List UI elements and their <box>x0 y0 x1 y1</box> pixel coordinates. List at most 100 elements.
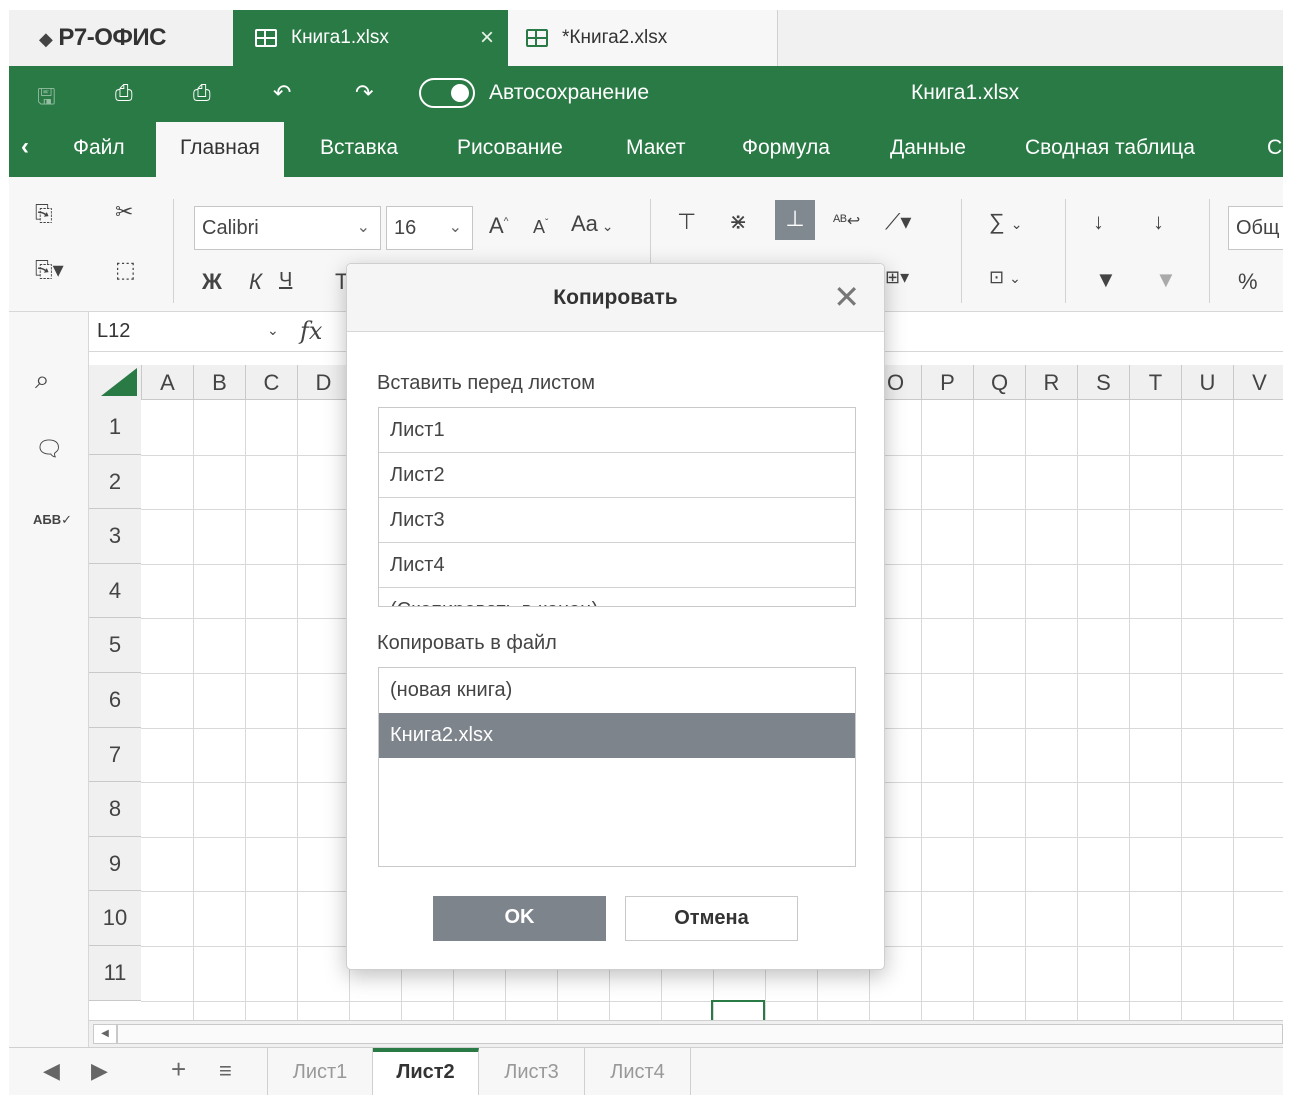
doc-tab-kniga1[interactable]: Книга1.xlsx × <box>233 10 508 66</box>
menu-draw[interactable]: Рисование <box>457 136 563 160</box>
row-header-1[interactable]: 1 <box>89 400 141 455</box>
menu-pivot[interactable]: Сводная таблица <box>1025 136 1195 160</box>
redo-icon[interactable]: ↷ <box>355 80 373 106</box>
cell-name-box[interactable]: L12 <box>97 320 130 343</box>
save-icon[interactable]: 🖫 <box>37 80 56 118</box>
sum-icon[interactable]: ∑ ⌄ <box>989 209 1023 235</box>
named-ranges-icon[interactable]: ⊡ ⌄ <box>989 267 1021 288</box>
menu-formula[interactable]: Формула <box>742 136 830 160</box>
sheet-list-icon[interactable]: ≡ <box>219 1058 232 1084</box>
column-header-p[interactable]: P <box>921 365 973 400</box>
insert-before-list[interactable]: Лист1 Лист2 Лист3 Лист4 (Скопировать в к… <box>378 407 856 607</box>
column-header-t[interactable]: T <box>1129 365 1181 400</box>
comments-icon[interactable]: 🗨 <box>35 436 63 462</box>
prev-sheet-icon[interactable]: ◀ <box>43 1058 60 1084</box>
menu-home[interactable]: Главная <box>156 122 284 177</box>
scroll-left-icon[interactable]: ◀ <box>93 1024 117 1044</box>
filter-icon[interactable]: ▼ <box>1095 267 1117 293</box>
copy-icon[interactable]: ⎘ <box>35 201 53 227</box>
wrap-text-icon[interactable]: ᴬᴮ↩ <box>833 211 860 231</box>
decrease-font-icon[interactable]: Aˇ <box>533 217 548 238</box>
list-item[interactable]: Лист4 <box>379 543 855 588</box>
list-item-selected[interactable]: Книга2.xlsx <box>379 713 855 758</box>
number-format-select[interactable]: Общ <box>1228 206 1283 250</box>
list-item[interactable]: Лист2 <box>379 453 855 498</box>
cancel-button[interactable]: Отмена <box>625 896 798 941</box>
list-item[interactable]: Лист1 <box>379 408 855 453</box>
change-case-button[interactable]: Aa ⌄ <box>571 211 614 237</box>
select-all-corner[interactable] <box>89 365 141 400</box>
copy-to-file-list[interactable]: (новая книга) Книга2.xlsx <box>378 667 856 867</box>
italic-button[interactable]: К <box>249 269 262 295</box>
print-icon[interactable]: ⎙ <box>115 80 133 106</box>
document-title: Книга1.xlsx <box>911 81 1020 104</box>
sheet-tab-4[interactable]: Лист4 <box>585 1048 691 1095</box>
doc-tab-kniga2[interactable]: *Книга2.xlsx <box>508 10 778 66</box>
row-header-11[interactable]: 11 <box>89 946 141 1001</box>
sheet-tab-2[interactable]: Лист2 <box>373 1048 479 1095</box>
sheet-tab-1[interactable]: Лист1 <box>267 1048 373 1095</box>
row-header-8[interactable]: 8 <box>89 782 141 837</box>
column-header-a[interactable]: A <box>141 365 193 400</box>
sort-descending-icon[interactable]: ↓ <box>1153 209 1164 235</box>
chevron-left-icon[interactable]: ‹ <box>21 133 29 161</box>
increase-font-icon[interactable]: A^ <box>489 213 508 239</box>
list-item[interactable]: Лист3 <box>379 498 855 543</box>
column-header-u[interactable]: U <box>1181 365 1233 400</box>
text-orientation-icon[interactable]: ⟋▾ <box>885 209 911 235</box>
chevron-down-icon[interactable]: ⌄ <box>267 322 279 339</box>
row-header-9[interactable]: 9 <box>89 836 141 892</box>
cut-icon[interactable]: ✂ <box>115 199 133 225</box>
align-top-icon[interactable]: ⊤ <box>677 209 696 235</box>
column-header-c[interactable]: C <box>245 365 297 400</box>
row-header-2[interactable]: 2 <box>89 454 141 510</box>
list-item[interactable]: (Скопировать в конец) <box>379 588 855 606</box>
search-icon[interactable]: ⌕ <box>35 364 50 396</box>
column-header-q[interactable]: Q <box>973 365 1025 400</box>
horizontal-scrollbar[interactable]: ◀ <box>89 1020 1283 1047</box>
autosave-toggle[interactable] <box>419 78 475 108</box>
list-item[interactable]: (новая книга) <box>379 668 855 713</box>
menu-file[interactable]: Файл <box>73 136 125 160</box>
underline-button[interactable]: Ч <box>279 269 292 292</box>
row-header-4[interactable]: 4 <box>89 563 141 619</box>
close-icon[interactable]: ✕ <box>833 278 860 316</box>
row-header-6[interactable]: 6 <box>89 673 141 728</box>
align-middle-icon[interactable]: ⋇ <box>729 209 747 235</box>
bold-button[interactable]: Ж <box>202 269 222 295</box>
scrollbar-thumb[interactable] <box>117 1024 1283 1044</box>
column-header-d[interactable]: D <box>297 365 349 400</box>
row-header-5[interactable]: 5 <box>89 618 141 673</box>
close-icon[interactable]: × <box>480 24 494 52</box>
column-header-s[interactable]: S <box>1077 365 1129 400</box>
next-sheet-icon[interactable]: ▶ <box>91 1058 108 1084</box>
column-header-r[interactable]: R <box>1025 365 1077 400</box>
align-bottom-button[interactable]: ⊥ <box>775 200 815 240</box>
row-header-3[interactable]: 3 <box>89 509 141 564</box>
menu-next[interactable]: С <box>1267 136 1282 160</box>
menu-data[interactable]: Данные <box>890 136 966 160</box>
font-name-select[interactable]: Calibri ⌄ <box>194 206 381 250</box>
function-icon[interactable]: fx <box>300 317 322 345</box>
font-size-select[interactable]: 16 ⌄ <box>386 206 473 250</box>
spellcheck-icon[interactable]: АБВ✓ <box>33 512 72 528</box>
column-header-b[interactable]: B <box>193 365 245 400</box>
clear-filter-icon[interactable]: ▼ <box>1155 267 1177 293</box>
quick-print-icon[interactable]: ⎙ <box>193 80 211 106</box>
select-all-icon[interactable]: ⬚ <box>115 257 136 283</box>
menu-layout[interactable]: Макет <box>626 136 685 160</box>
row-header-10[interactable]: 10 <box>89 891 141 946</box>
sheet-tab-3[interactable]: Лист3 <box>479 1048 585 1095</box>
percent-button[interactable]: % <box>1238 269 1258 295</box>
merge-cells-icon[interactable]: ⊞▾ <box>885 267 909 288</box>
sort-ascending-icon[interactable]: ↓ <box>1093 209 1104 235</box>
menu-insert[interactable]: Вставка <box>320 136 398 160</box>
add-sheet-icon[interactable]: + <box>171 1054 186 1085</box>
paste-icon[interactable]: ⎘▾ <box>35 257 64 283</box>
doc-tab-label: *Книга2.xlsx <box>562 27 668 48</box>
row-header-7[interactable]: 7 <box>89 727 141 783</box>
undo-icon[interactable]: ↶ <box>273 80 291 106</box>
selected-cell[interactable] <box>711 1000 765 1020</box>
ok-button[interactable]: OK <box>433 896 606 941</box>
column-header-v[interactable]: V <box>1233 365 1283 400</box>
